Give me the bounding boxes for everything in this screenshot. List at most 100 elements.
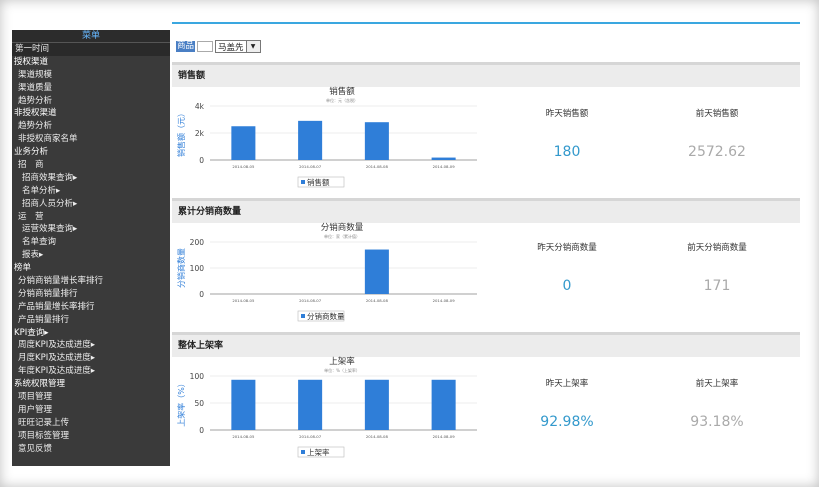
menu-item[interactable]: 名单分析▸	[12, 185, 170, 198]
menu-item[interactable]: 意见反馈	[12, 443, 170, 456]
distributor-chart: 分销商数量 单位：家（累计值） 分销商数量 200 100 0 2014-08-05 2014…	[172, 220, 488, 330]
y-tick-label: 0	[199, 426, 204, 435]
stat-day-before: 前天分销商数量 171	[662, 241, 772, 294]
sales-bar-chart: 销售额单位：元（含税）销售额（元）4k2k02014-08-05 2014-08-…	[176, 86, 477, 188]
bar	[231, 126, 256, 160]
menu-item[interactable]: 名单查询	[12, 236, 170, 249]
x-tick-label: 2014-08-05	[232, 164, 255, 169]
shelf-rate-bar-chart: 上架率单位：%（上架率）上架率（%）1005002014-08-05 2014-0…	[176, 356, 477, 458]
x-tick-label: 2014-08-07	[299, 298, 322, 303]
y-tick-label: 100	[190, 372, 205, 381]
y-tick-label: 200	[190, 238, 205, 247]
bar	[364, 249, 389, 294]
bar	[231, 379, 256, 430]
menu-item[interactable]: 分销商销量增长率排行	[12, 275, 170, 288]
chevron-down-icon[interactable]: ▼	[245, 41, 260, 52]
chart-title: 上架率	[329, 356, 355, 367]
stat-value: 0	[562, 278, 572, 294]
bar	[431, 157, 456, 160]
menu-item[interactable]: 系统权限管理	[12, 378, 170, 391]
menu-item[interactable]: 趋势分析	[12, 120, 170, 133]
bar	[298, 120, 323, 160]
x-tick-label: 2014-08-08	[366, 298, 389, 303]
menu-item[interactable]: 招 商	[12, 159, 170, 172]
sidebar-menu: 菜单 第一时间 授权渠道 渠道规模 渠道质量 趋势分析 非授权渠道 趋势分析 非授权商家名单业…	[12, 30, 170, 466]
menu-item[interactable]: 月度KPI及达成进度▸	[12, 352, 170, 365]
menu-item[interactable]: 渠道质量	[12, 82, 170, 95]
distributor-panel: 累计分销商数量 分销商数量 单位：家（累计值） 分销商数量 200 100 0 2014-0…	[172, 198, 800, 330]
y-axis-label: 销售额（元）	[176, 109, 186, 157]
menu-item[interactable]: 产品销量增长率排行	[12, 301, 170, 314]
product-select-value: 马盖先	[218, 42, 244, 53]
product-select[interactable]: 马盖先 ▼	[215, 40, 261, 53]
stat-label: 昨天销售额	[545, 109, 589, 119]
y-tick-label: 0	[199, 290, 204, 299]
legend-label: 分销商数量	[307, 311, 345, 321]
top-accent-line	[172, 22, 800, 24]
menu-item[interactable]: 业务分析	[12, 146, 170, 159]
menu-item[interactable]: 榜单	[12, 262, 170, 275]
x-tick-label: 2014-08-08	[366, 434, 389, 439]
legend-swatch	[301, 450, 305, 454]
menu-item[interactable]: 授权渠道	[12, 56, 170, 69]
menu-item[interactable]: KPI查询▸	[12, 327, 170, 340]
menu-item[interactable]: 招商人员分析▸	[12, 198, 170, 211]
menu-item[interactable]: 用户管理	[12, 404, 170, 417]
menu-item[interactable]: 非授权渠道	[12, 107, 170, 120]
menu-item[interactable]: 年度KPI及达成进度▸	[12, 365, 170, 378]
menu-item[interactable]: 产品销量排行	[12, 314, 170, 327]
menu-item[interactable]: 运 营	[12, 211, 170, 224]
y-tick-label: 2k	[195, 129, 205, 138]
bar	[431, 379, 456, 430]
menu-item[interactable]: 招商效果查询▸	[12, 172, 170, 185]
x-tick-label: 2014-08-07	[299, 164, 322, 169]
menu-item[interactable]: 第一时间	[12, 43, 170, 56]
chart-subtitle: 单位：家（累计值）	[324, 233, 360, 239]
sidebar-title: 菜单	[12, 30, 170, 43]
x-tick-label: 2014-08-09	[433, 434, 456, 439]
x-tick-label: 2014-08-07	[299, 434, 322, 439]
stat-label: 昨天分销商数量	[537, 243, 597, 253]
menu-item[interactable]: 趋势分析	[12, 95, 170, 108]
stat-value: 2572.62	[688, 144, 746, 160]
menu-list: 第一时间 授权渠道 渠道规模 渠道质量 趋势分析 非授权渠道 趋势分析 非授权商家名单 业务分析…	[12, 43, 170, 456]
stat-label: 前天上架率	[695, 379, 739, 389]
stat-yesterday: 昨天销售额 180	[512, 107, 622, 160]
menu-item[interactable]: 分销商销量排行	[12, 288, 170, 301]
stat-value: 180	[553, 144, 581, 160]
y-axis-label: 分销商数量	[176, 248, 186, 288]
distributor-bar-chart: 分销商数量单位：家（累计值）分销商数量20010002014-08-05 2014…	[176, 222, 477, 322]
menu-item[interactable]: 项目管理	[12, 391, 170, 404]
product-input[interactable]	[197, 41, 214, 52]
menu-item[interactable]: 运营效果查询▸	[12, 223, 170, 236]
x-tick-label: 2014-08-05	[232, 434, 255, 439]
product-label: 商品	[176, 41, 196, 52]
legend-label: 上架率	[307, 447, 330, 457]
menu-item[interactable]: 周度KPI及达成进度▸	[12, 339, 170, 352]
stat-yesterday: 昨天分销商数量 0	[512, 241, 622, 294]
menu-item[interactable]: 非授权商家名单	[12, 133, 170, 146]
stat-label: 前天分销商数量	[687, 243, 747, 253]
menu-item[interactable]: 项目标签管理	[12, 430, 170, 443]
main-content: 商品 马盖先 ▼ 销售额 销售额 单位：元（含税） 销售额（元） 4k 2k 0 2014-…	[172, 22, 800, 468]
stat-label: 前天销售额	[695, 109, 739, 119]
y-tick-label: 100	[190, 264, 205, 273]
stat-value: 92.98%	[540, 414, 594, 430]
stat-value: 93.18%	[690, 414, 744, 430]
stat-day-before: 前天销售额 2572.62	[662, 107, 772, 160]
chart-title: 销售额	[329, 86, 355, 97]
menu-item[interactable]: 报表▸	[12, 249, 170, 262]
chart-title: 分销商数量	[321, 222, 364, 233]
bar	[298, 379, 323, 430]
menu-item[interactable]: 旺旺记录上传	[12, 417, 170, 430]
filter-toolbar: 商品 马盖先 ▼	[176, 40, 261, 53]
sales-panel: 销售额 销售额 单位：元（含税） 销售额（元） 4k 2k 0 2014-08-05 2014…	[172, 62, 800, 196]
chart-subtitle: 单位：元（含税）	[326, 97, 358, 103]
sales-chart: 销售额 单位：元（含税） 销售额（元） 4k 2k 0 2014-08-05 2014-08-…	[172, 84, 488, 196]
stat-day-before: 前天上架率 93.18%	[662, 377, 772, 430]
y-tick-label: 50	[194, 399, 204, 408]
menu-item[interactable]: 渠道规模	[12, 69, 170, 82]
shelf-rate-chart: 上架率 单位：%（上架率） 上架率（%） 100 50 0 2014-08-05 2014-0…	[172, 354, 488, 466]
chart-subtitle: 单位：%（上架率）	[324, 367, 360, 373]
bar	[364, 122, 389, 160]
